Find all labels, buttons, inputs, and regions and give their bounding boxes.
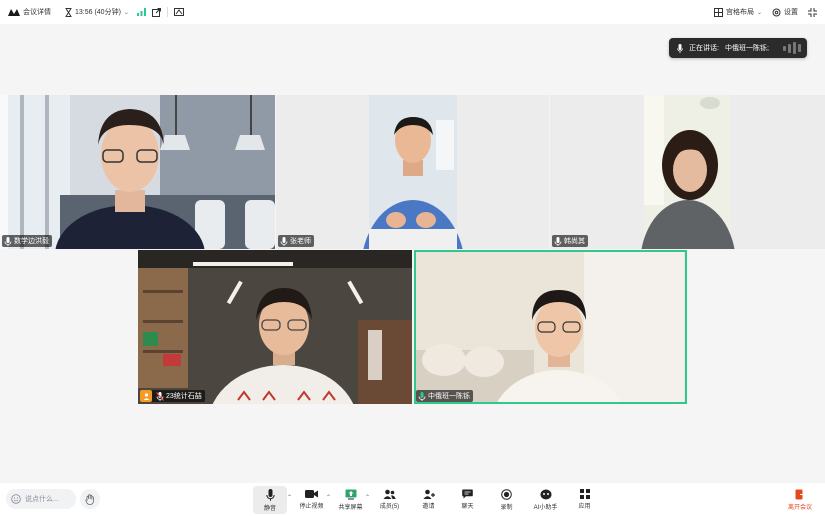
participant-name: 韩尚其 — [564, 238, 585, 245]
ai-assistant-button[interactable]: AI小助手 — [526, 486, 565, 514]
video-feed — [550, 95, 825, 249]
external-open-button[interactable] — [151, 7, 161, 17]
toolbar-divider — [166, 7, 168, 17]
layout-label: 宫格布局 — [725, 9, 754, 16]
video-feed — [138, 250, 412, 404]
video-feed — [0, 95, 275, 249]
participant-name: 张老师 — [290, 238, 311, 245]
participant-name-tag: 23统计石喆 — [140, 390, 205, 402]
mic-icon — [4, 236, 12, 246]
video-tile-active-speaker[interactable]: 中俄班一陈铄 — [414, 250, 687, 404]
participant-name: 23统计石喆 — [166, 393, 202, 400]
participant-name-tag: 韩尚其 — [552, 235, 588, 247]
share-screen-icon — [345, 489, 356, 500]
chevron-down-icon: ⌄ — [756, 9, 762, 16]
participant-name-tag: 张老师 — [278, 235, 314, 247]
chat-icon — [462, 489, 473, 499]
participant-name-tag: 中俄班一陈铄 — [416, 390, 473, 402]
video-tile[interactable]: 韩尚其 — [550, 95, 825, 249]
grid-layout-icon — [713, 7, 723, 17]
hourglass-icon — [65, 7, 72, 17]
tool-label: 聊天 — [461, 504, 474, 510]
bottom-toolbar: 说点什么... 静音 ⌃ 停止视频 ⌃ 共享屏幕 ⌃ 成员(5) 邀请 聊天 录… — [0, 483, 825, 516]
participant-name: 中俄班一陈铄 — [428, 393, 470, 400]
person-icon — [143, 392, 149, 400]
signal-icon — [136, 8, 146, 16]
whiteboard-button[interactable] — [173, 7, 184, 17]
video-tile[interactable]: 23统计石喆 — [138, 250, 412, 404]
mic-icon — [280, 236, 288, 246]
meeting-time: 13:56 (40分钟) — [75, 9, 121, 16]
tool-label: AI小助手 — [533, 505, 558, 511]
speaking-name: 中俄班一陈铄; — [724, 45, 769, 52]
comment-placeholder: 说点什么... — [25, 496, 59, 503]
tool-label: 录制 — [500, 505, 513, 511]
host-badge — [140, 390, 152, 402]
speaking-indicator: 正在讲话: 中俄班一陈铄; — [669, 38, 807, 58]
members-button[interactable]: 成员(5) — [370, 486, 409, 514]
invite-button[interactable]: 邀请 — [409, 486, 448, 514]
whiteboard-icon — [173, 7, 184, 16]
members-icon — [383, 489, 396, 499]
mic-off-icon — [156, 391, 164, 401]
mic-icon — [677, 43, 683, 53]
video-tile[interactable]: 张老师 — [276, 95, 549, 249]
stop-video-button[interactable]: 停止视频 ⌃ — [292, 486, 331, 514]
invite-icon — [423, 489, 435, 499]
speaking-prefix: 正在讲话: — [689, 45, 719, 52]
meeting-logo-icon — [8, 9, 20, 16]
settings-label: 设置 — [784, 9, 798, 16]
tool-label: 应用 — [578, 504, 591, 510]
mic-active-icon — [418, 391, 426, 401]
smile-icon — [11, 494, 21, 504]
audio-level-icon — [783, 42, 801, 54]
participant-name: 数学边洪毅 — [14, 238, 49, 245]
video-tile[interactable]: 数学边洪毅 — [0, 95, 275, 249]
mic-icon — [554, 236, 562, 246]
comment-input[interactable]: 说点什么... — [6, 489, 76, 509]
leave-label: 离开会议 — [787, 505, 812, 511]
network-signal[interactable] — [136, 8, 146, 16]
tool-label: 共享屏幕 — [338, 505, 363, 511]
meeting-details-button[interactable]: 会议详情 — [8, 7, 51, 17]
mic-icon — [265, 489, 275, 501]
exit-icon — [795, 489, 806, 500]
leave-meeting-button[interactable]: 离开会议 — [785, 486, 815, 514]
apps-button[interactable]: 应用 — [565, 486, 604, 514]
external-link-icon — [151, 7, 161, 17]
video-feed — [276, 95, 549, 249]
video-feed — [414, 250, 687, 404]
meeting-controls: 静音 ⌃ 停止视频 ⌃ 共享屏幕 ⌃ 成员(5) 邀请 聊天 录制 AI小助手 … — [253, 486, 604, 514]
share-screen-button[interactable]: 共享屏幕 ⌃ — [331, 486, 370, 514]
chat-button[interactable]: 聊天 — [448, 486, 487, 514]
record-button[interactable]: 录制 — [487, 486, 526, 514]
hand-icon — [85, 493, 94, 505]
tool-label: 静音 — [263, 506, 276, 512]
fullscreen-button[interactable] — [808, 7, 817, 17]
apps-icon — [579, 489, 590, 499]
gear-icon — [772, 8, 781, 16]
record-icon — [501, 489, 512, 500]
participant-name-tag: 数学边洪毅 — [2, 235, 52, 247]
reaction-button[interactable] — [80, 489, 100, 509]
video-icon — [305, 490, 318, 498]
top-bar: 会议详情 13:56 (40分钟) ⌄ 宫格布局 ⌄ 设置 — [0, 0, 825, 24]
collapse-icon — [808, 7, 817, 17]
tool-label: 成员(5) — [379, 504, 400, 510]
meeting-details-label: 会议详情 — [23, 9, 51, 16]
layout-selector[interactable]: 宫格布局 ⌄ — [713, 7, 762, 17]
tool-label: 停止视频 — [299, 504, 324, 510]
ai-assistant-icon — [540, 489, 551, 500]
tool-label: 邀请 — [422, 504, 435, 510]
mute-button[interactable]: 静音 ⌃ — [253, 486, 292, 514]
chevron-down-icon: ⌄ — [123, 9, 129, 16]
settings-button[interactable]: 设置 — [772, 7, 798, 17]
meeting-timer[interactable]: 13:56 (40分钟) ⌄ — [65, 7, 129, 17]
